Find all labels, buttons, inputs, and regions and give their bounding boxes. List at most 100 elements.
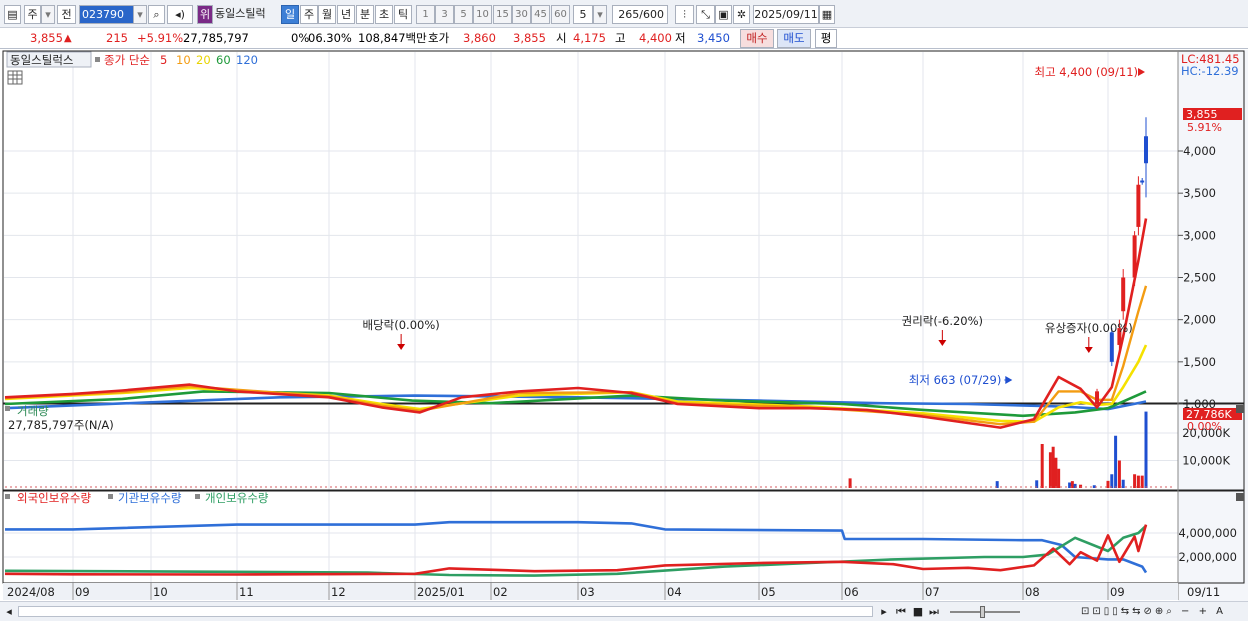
bid-price: 3,855 [513,31,546,45]
individual-marker-icon [195,494,200,499]
volume-bar [1117,460,1121,488]
candle-body [1132,235,1137,278]
stock-code-input[interactable]: 023790 [79,5,134,24]
search-icon[interactable]: ⌕ [148,5,165,24]
gear-icon[interactable]: ✲ [733,5,750,24]
zoom-slider[interactable] [950,611,1020,613]
volume-bar [1079,484,1083,488]
hoga-label: 호가 [428,31,450,45]
volume-bar [1048,452,1052,488]
current-price-tag-text: 3,855 [1186,108,1218,121]
price-change-pct: +5.91% [137,31,184,45]
interval-tab[interactable]: 5 [454,5,473,24]
annotation-label: 배당락(0.00%) [363,318,440,332]
avg-button[interactable]: 평 [815,29,837,48]
interval-tab[interactable]: 45 [531,5,550,24]
volume-panel-title: 거래량 [17,404,49,418]
prev-button[interactable]: 전 [57,5,76,24]
code-dropdown-icon[interactable]: ▾ [133,5,147,24]
volume-pct-tag: 0.00% [1187,420,1222,433]
prev-button-label: 전 [61,8,72,21]
draw-tool-icon[interactable]: ⤡ [696,5,715,24]
stock-chart[interactable]: 최고 4,400 (09/11) 최저 663 (07/29) 배당락(0.00%)… [0,50,1248,601]
ma20-legend: 20 [196,53,211,67]
x-tick-label: 04 [667,585,682,599]
period-tab[interactable]: 년 [337,5,355,24]
x-tick-label: 2025/01 [417,585,465,599]
x-tick-label: 03 [580,585,595,599]
x-tick-label: 06 [844,585,859,599]
period-tab[interactable]: 틱 [394,5,412,24]
low-price: 3,450 [697,31,730,45]
panel-close-icon[interactable] [1236,493,1244,501]
warning-badge-label: 위 [199,8,211,21]
type-dropdown-icon[interactable]: ▾ [41,5,55,24]
layout-icon[interactable]: ▤ [4,5,21,24]
indicator-label: 종가 단순 [104,53,150,67]
x-tick-label: 05 [761,585,776,599]
x-tick-label: 07 [925,585,940,599]
interval-tab[interactable]: 15 [493,5,512,24]
type-selector-label: 주 [27,8,38,21]
volume-bar [1114,435,1118,488]
period-tab[interactable]: 월 [318,5,336,24]
interval-tab[interactable]: 30 [512,5,531,24]
count-input[interactable]: 265/600 [612,5,668,24]
volume-bar [1057,468,1061,488]
stock-code-value: 023790 [82,8,124,21]
candle-body [1095,391,1100,404]
x-tick-label: 02 [493,585,508,599]
candle-body [1109,332,1114,362]
calendar-icon[interactable]: ▦ [819,5,835,24]
panel-close-icon[interactable] [1236,405,1244,413]
date-input[interactable]: 2025/09/11 [753,5,819,24]
ma120-legend: 120 [236,53,258,67]
stop-icon[interactable]: ■ [912,604,924,619]
price-y-tick-label: 3,000 [1183,228,1216,242]
period-tab[interactable]: 분 [356,5,374,24]
type-selector[interactable]: 주 [24,5,41,24]
forward-icon[interactable]: ⏭ [928,604,940,619]
volume-bar [1040,444,1044,488]
count-total: /600 [639,8,664,21]
scroll-right-icon[interactable]: ▸ [878,604,890,619]
chart-scrollbar[interactable]: ◂ ▸ ⏮ ■ ⏭ ⊡⊡▯▯⇆⇆⊘⊕⌕ − + A [0,601,1248,621]
stock-name-text: 동일스틸럭 [215,7,266,20]
interval-select[interactable]: 5 [573,5,593,24]
volume-marker-icon [5,406,10,411]
sound-icon[interactable]: ◂) [167,5,193,24]
annotation-label: 유상증자(0.00%) [1045,321,1133,335]
save-icon[interactable]: ▣ [715,5,732,24]
period-tab[interactable]: 일 [281,5,299,24]
up-arrow-icon: ▲ [64,33,72,44]
interval-tab[interactable]: 3 [435,5,454,24]
stock-name: 동일스틸럭 [215,5,278,24]
period-tab[interactable]: 초 [375,5,393,24]
scroll-track[interactable] [18,606,873,617]
annotation-label: 최고 4,400 (09/11) [1034,65,1138,79]
interval-tab[interactable]: 1 [416,5,435,24]
rewind-icon[interactable]: ⏮ [895,604,907,619]
grid-toggle-icon[interactable] [7,70,23,85]
period-tab[interactable]: 주 [300,5,318,24]
quote-bar: 3,855 ▲ 215 +5.91% 27,785,797 0% 06.30% … [0,28,1248,49]
sell-button[interactable]: 매도 [777,29,811,48]
current-pct-tag: 5.91% [1187,121,1222,134]
interval-dropdown-icon[interactable]: ▾ [593,5,607,24]
buy-button[interactable]: 매수 [740,29,774,48]
candle-icon[interactable]: ⫶ [675,5,694,24]
high-price: 4,400 [639,31,672,45]
volume-value: 27,785,797 [183,31,249,45]
volume-bar [1136,475,1140,488]
institution-holdings-legend: 기관보유수량 [118,491,182,505]
price-change: 215 [106,31,128,45]
zoom-slider-handle[interactable] [980,606,985,618]
view-tools-icon[interactable]: ⊡⊡▯▯⇆⇆⊘⊕⌕ − + A [1026,604,1226,619]
scroll-left-icon[interactable]: ◂ [3,604,15,619]
high-label: 고 [615,31,626,45]
interval-tab[interactable]: 10 [473,5,492,24]
candle-body [1144,136,1148,164]
warning-badge: 위 [197,5,213,24]
interval-tab[interactable]: 60 [551,5,570,24]
annotation-label: 최저 663 (07/29) [909,373,1002,387]
